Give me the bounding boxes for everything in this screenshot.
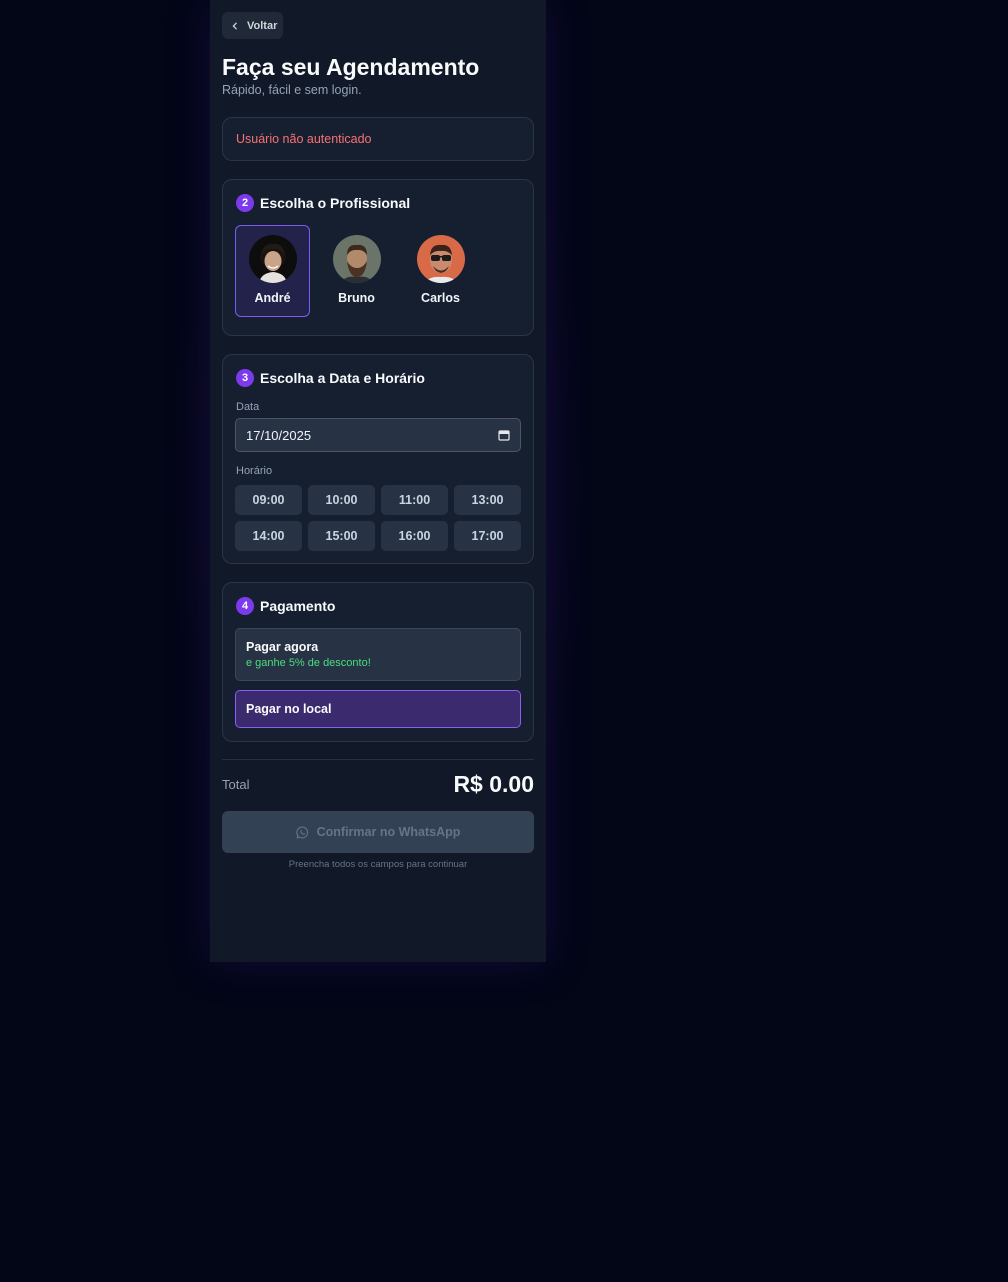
date-input[interactable]: 17/10/2025 xyxy=(235,418,521,452)
datetime-card-title: Escolha a Data e Horário xyxy=(260,370,425,386)
time-slot[interactable]: 16:00 xyxy=(381,521,448,551)
auth-alert: Usuário não autenticado xyxy=(222,117,534,161)
time-slot[interactable]: 09:00 xyxy=(235,485,302,515)
professional-name: André xyxy=(254,291,291,305)
professional-card: 2 Escolha o Profissional André Bruno Car… xyxy=(222,179,534,336)
pay-local-option[interactable]: Pagar no local xyxy=(235,690,521,728)
back-button[interactable]: Voltar xyxy=(222,12,283,39)
payment-card-header: 4 Pagamento xyxy=(236,597,335,615)
confirm-button-label: Confirmar no WhatsApp xyxy=(316,825,461,839)
payment-card-title: Pagamento xyxy=(260,598,336,614)
payment-card: 4 Pagamento Pagar agora e ganhe 5% de de… xyxy=(222,582,534,742)
avatar xyxy=(248,235,297,283)
step-badge: 2 xyxy=(236,194,254,212)
summary-divider xyxy=(222,759,534,760)
professional-card-header: 2 Escolha o Profissional xyxy=(236,194,410,212)
professional-name: Carlos xyxy=(421,291,460,305)
professional-carlos[interactable]: Carlos xyxy=(403,225,478,317)
pay-now-discount: e ganhe 5% de desconto! xyxy=(246,657,371,669)
page-title: Faça seu Agendamento xyxy=(222,54,480,80)
date-label: Data xyxy=(236,401,260,413)
auth-alert-message: Usuário não autenticado xyxy=(236,132,372,146)
pay-now-option[interactable]: Pagar agora e ganhe 5% de desconto! xyxy=(235,628,521,681)
total-value: R$ 0.00 xyxy=(453,771,534,797)
datetime-card: 3 Escolha a Data e Horário Data 17/10/20… xyxy=(222,354,534,564)
time-slot[interactable]: 13:00 xyxy=(454,485,521,515)
avatar xyxy=(416,235,465,283)
step-badge: 4 xyxy=(236,597,254,615)
time-label: Horário xyxy=(236,465,273,477)
back-button-label: Voltar xyxy=(247,19,278,32)
time-slot[interactable]: 14:00 xyxy=(235,521,302,551)
datetime-card-header: 3 Escolha a Data e Horário xyxy=(236,369,425,387)
total-label: Total xyxy=(222,777,250,792)
confirm-whatsapp-button[interactable]: Confirmar no WhatsApp xyxy=(222,811,534,853)
time-slot[interactable]: 17:00 xyxy=(454,521,521,551)
professional-andre[interactable]: André xyxy=(235,225,310,317)
pay-now-label: Pagar agora xyxy=(246,640,319,654)
step-badge: 3 xyxy=(236,369,254,387)
whatsapp-icon xyxy=(295,826,308,839)
chevron-left-icon xyxy=(232,22,237,29)
professional-card-title: Escolha o Profissional xyxy=(260,195,411,211)
time-slot[interactable]: 11:00 xyxy=(381,485,448,515)
avatar xyxy=(332,235,381,283)
booking-panel: Voltar Faça seu Agendamento Rápido, fáci… xyxy=(210,0,546,962)
pay-local-label: Pagar no local xyxy=(246,702,332,716)
calendar-icon[interactable] xyxy=(498,429,510,441)
professional-bruno[interactable]: Bruno xyxy=(319,225,394,317)
date-value: 17/10/2025 xyxy=(246,427,312,443)
professional-name: Bruno xyxy=(338,291,375,305)
time-slot[interactable]: 15:00 xyxy=(308,521,375,551)
page-subtitle: Rápido, fácil e sem login. xyxy=(222,83,362,97)
time-slot[interactable]: 10:00 xyxy=(308,485,375,515)
form-hint: Preencha todos os campos para continuar xyxy=(288,859,468,870)
